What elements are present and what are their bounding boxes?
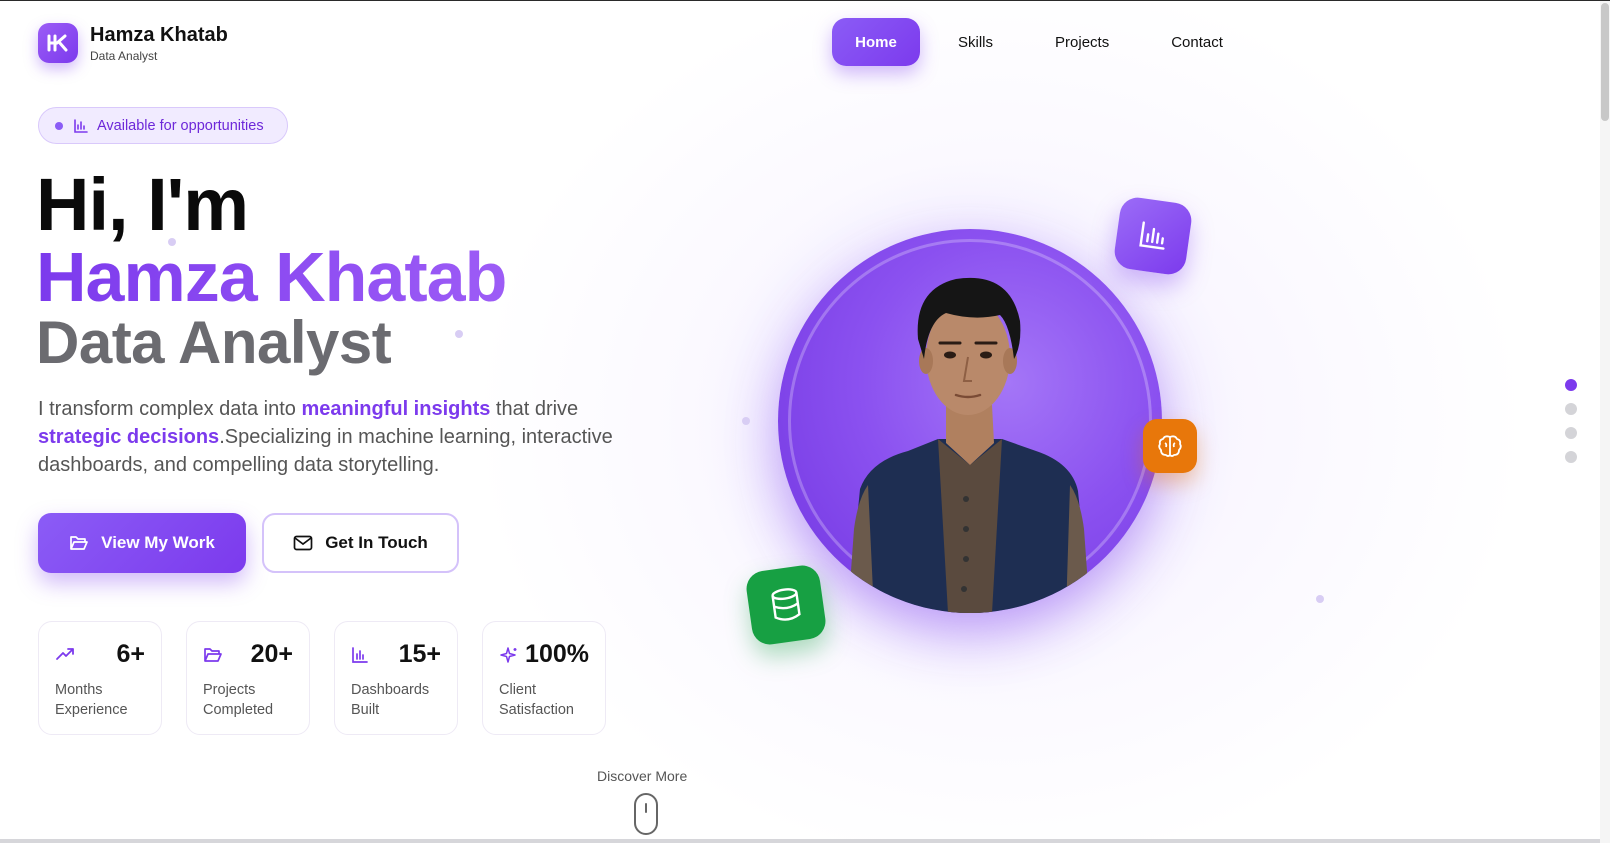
folder-open-icon <box>69 534 89 552</box>
main-nav: Home Skills Projects Contact <box>832 18 1261 66</box>
scroll-mouse-icon[interactable] <box>634 793 658 835</box>
highlight-decisions: strategic decisions <box>38 426 220 448</box>
nav-contact[interactable]: Contact <box>1147 18 1247 66</box>
discover-more-label[interactable]: Discover More <box>597 768 687 784</box>
brand-role: Data Analyst <box>90 48 158 63</box>
page: Hamza Khatab Data Analyst Home Skills Pr… <box>0 0 1610 843</box>
nav-skills[interactable]: Skills <box>934 18 1017 66</box>
decor-dot <box>455 330 463 338</box>
stat-label: Dashboards Built <box>351 682 430 718</box>
section-dot-home[interactable] <box>1565 379 1577 391</box>
section-dot-contact[interactable] <box>1565 451 1577 463</box>
brain-chip <box>1143 419 1197 473</box>
analytics-chip <box>1112 195 1194 277</box>
section-dot-projects[interactable] <box>1565 427 1577 439</box>
scrollbar-thumb[interactable] <box>1601 3 1609 121</box>
availability-badge: Available for opportunities <box>38 107 288 144</box>
hero-greeting: Hi, I'm <box>36 163 249 246</box>
brand-name: Hamza Khatab <box>90 23 228 46</box>
stat-card-satisfaction: 100% Client Satisfaction <box>482 621 606 735</box>
hero-role: Data Analyst <box>36 309 392 376</box>
decor-dot <box>168 238 176 246</box>
decor-dot <box>1316 595 1324 603</box>
nav-projects[interactable]: Projects <box>1031 18 1133 66</box>
stat-label: Projects Completed <box>203 682 274 718</box>
stat-card-dashboards: 15+ Dashboards Built <box>334 621 458 735</box>
highlight-insights: meaningful insights <box>301 398 491 420</box>
person-illustration <box>848 277 1090 613</box>
database-icon <box>771 588 801 621</box>
view-my-work-button[interactable]: View My Work <box>38 513 246 573</box>
stat-value: 100% <box>525 640 589 668</box>
decor-dot <box>742 417 750 425</box>
mail-icon <box>293 535 313 551</box>
section-dots <box>1565 379 1577 475</box>
stat-value: 20+ <box>250 640 293 668</box>
folder-icon <box>203 646 223 664</box>
brand-logo <box>38 23 78 63</box>
vertical-scrollbar[interactable] <box>1600 1 1610 843</box>
brand[interactable]: Hamza Khatab Data Analyst <box>38 23 228 63</box>
get-in-touch-button[interactable]: Get In Touch <box>262 513 459 573</box>
stat-value: 6+ <box>116 640 145 668</box>
stat-card-projects: 20+ Projects Completed <box>186 621 310 735</box>
hk-logo-icon <box>47 34 68 52</box>
bar-chart-icon <box>73 118 89 134</box>
stat-label: Client Satisfaction <box>499 682 574 718</box>
trending-up-icon <box>55 646 75 662</box>
stat-label: Months Experience <box>55 682 128 718</box>
hero-name: Hamza Khatab <box>36 238 507 316</box>
brain-icon <box>1158 435 1182 457</box>
stat-value: 15+ <box>398 640 441 668</box>
horizontal-scrollbar[interactable] <box>0 839 1600 843</box>
bar-chart-icon <box>351 646 369 664</box>
status-dot <box>55 121 63 130</box>
section-dot-skills[interactable] <box>1565 403 1577 415</box>
database-chip <box>744 563 828 647</box>
hero-description: I transform complex data into meaningful… <box>38 398 613 476</box>
nav-home[interactable]: Home <box>832 18 920 66</box>
sparkles-icon <box>499 646 519 666</box>
profile-photo <box>778 229 1162 613</box>
badge-label: Available for opportunities <box>97 117 264 134</box>
bar-chart-icon <box>1139 221 1165 250</box>
stat-card-experience: 6+ Months Experience <box>38 621 162 735</box>
